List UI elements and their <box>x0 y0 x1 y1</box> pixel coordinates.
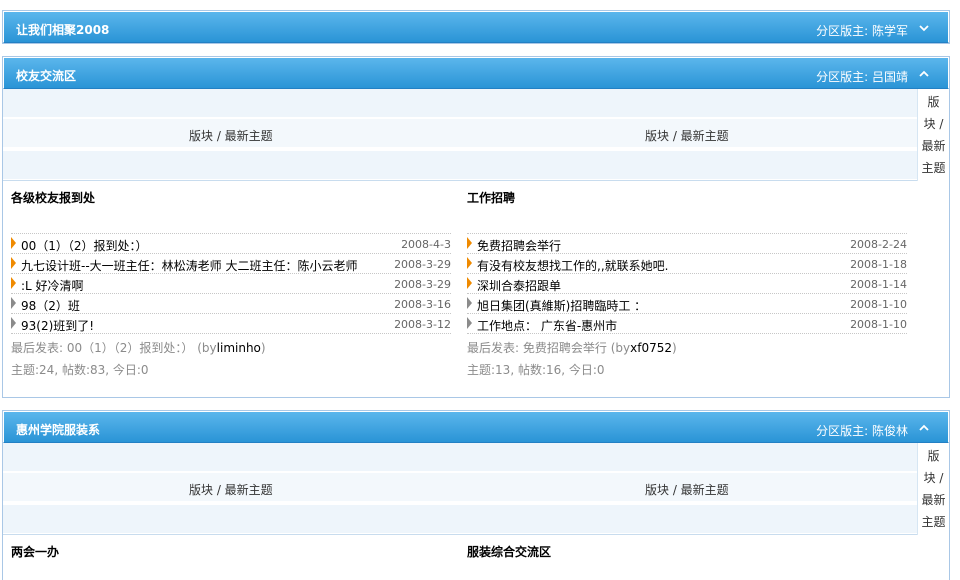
chevron-up-icon[interactable] <box>918 68 930 80</box>
topic-date: 2008-4-3 <box>401 238 451 251</box>
list-item: 98（2）班 2008-3-16 <box>11 294 451 314</box>
topic-link[interactable]: :L 好冷清啊 <box>21 277 84 294</box>
moderator-label: 分区版主: <box>816 424 869 438</box>
topic-date: 2008-1-10 <box>850 298 907 311</box>
moderator-name[interactable]: 吕国靖 <box>872 70 908 84</box>
topic-link[interactable]: 有没有校友想找工作的,,就联系她吧. <box>477 257 668 274</box>
category-section-1: 让我们相聚2008 分区版主: 陈学军 <box>2 10 950 44</box>
arrow-icon <box>467 297 472 309</box>
list-item: 有没有校友想找工作的,,就联系她吧. 2008-1-18 <box>467 254 907 274</box>
arrow-icon <box>467 317 472 329</box>
topic-date: 2008-1-18 <box>850 258 907 271</box>
arrow-icon <box>467 277 472 289</box>
forum-block: 工作招聘 免费招聘会举行 2008-2-24 有没有校友想找工作的,,就联系她吧… <box>467 189 907 377</box>
arrow-icon <box>11 277 16 289</box>
topic-link[interactable]: 工作地点： 广东省-惠州市 <box>477 317 617 334</box>
list-item: 93(2)班到了! 2008-3-12 <box>11 314 451 334</box>
category-moderator: 分区版主: 陈学军 <box>816 22 908 39</box>
column-header-side: 版 块 / 最新 主题 <box>917 443 949 535</box>
moderator-label: 分区版主: <box>816 24 869 38</box>
list-item: 九七设计班--大一班主任：林松涛老师 大二班主任：陈小云老师 2008-3-29 <box>11 254 451 274</box>
topic-link[interactable]: 00（1）（2）报到处：） <box>21 237 148 254</box>
topic-link[interactable]: 93(2)班到了! <box>21 317 94 334</box>
chevron-down-icon[interactable] <box>918 22 930 34</box>
column-header-forum-topic: 版块 / 最新主题 <box>189 129 273 143</box>
forum-block: 各级校友报到处 00（1）（2）报到处：） 2008-4-3 九七设计班--大一… <box>11 189 451 377</box>
forum-table-header: 版块 / 最新主题 版块 / 最新主题 版 块 / 最新 主题 <box>3 89 949 181</box>
topic-date: 2008-3-29 <box>394 258 451 271</box>
forum-stats: 主题:24, 帖数:83, 今日:0 <box>11 363 149 377</box>
category-section-3: 惠州学院服装系 分区版主: 陈俊林 版块 / 最新主题 版块 / 最新主题 版 … <box>2 410 950 580</box>
category-header-bar: 让我们相聚2008 分区版主: 陈学军 <box>3 11 949 43</box>
forum-block: 服装综合交流区 <box>467 543 907 560</box>
topic-link[interactable]: 98（2）班 <box>21 297 80 314</box>
last-post: 最后发表: 免费招聘会举行 (byxf0752) <box>467 341 677 355</box>
moderator-label: 分区版主: <box>816 70 869 84</box>
last-post-user[interactable]: liminho <box>217 341 261 355</box>
arrow-icon <box>467 257 472 269</box>
list-item: 工作地点： 广东省-惠州市 2008-1-10 <box>467 314 907 334</box>
moderator-name[interactable]: 陈学军 <box>872 24 908 38</box>
list-item: 深圳合泰招跟单 2008-1-14 <box>467 274 907 294</box>
last-post-user[interactable]: xf0752 <box>630 341 672 355</box>
category-title[interactable]: 校友交流区 <box>16 67 76 84</box>
topic-list: 00（1）（2）报到处：） 2008-4-3 九七设计班--大一班主任：林松涛老… <box>11 233 451 334</box>
column-header-forum-topic: 版块 / 最新主题 <box>189 483 273 497</box>
topic-link[interactable]: 免费招聘会举行 <box>477 237 561 254</box>
category-header-bar: 惠州学院服装系 分区版主: 陈俊林 <box>3 411 949 443</box>
category-section-2: 校友交流区 分区版主: 吕国靖 版块 / 最新主题 版块 / 最新主题 版 块 … <box>2 56 950 398</box>
last-post: 最后发表: 00（1）（2）报到处：） (byliminho) <box>11 341 266 355</box>
topic-date: 2008-3-12 <box>394 318 451 331</box>
category-moderator: 分区版主: 陈俊林 <box>816 422 908 439</box>
arrow-icon <box>11 297 16 309</box>
forum-block: 两会一办 <box>11 543 451 560</box>
forum-name[interactable]: 两会一办 <box>11 543 451 560</box>
column-header-side: 版 块 / 最新 主题 <box>917 89 949 181</box>
topic-date: 2008-3-29 <box>394 278 451 291</box>
topic-link[interactable]: 深圳合泰招跟单 <box>477 277 561 294</box>
arrow-icon <box>467 237 472 249</box>
forum-table-header: 版块 / 最新主题 版块 / 最新主题 版 块 / 最新 主题 <box>3 443 949 535</box>
list-item: 免费招聘会举行 2008-2-24 <box>467 234 907 254</box>
list-item: 旭日集团(真維斯)招聘臨時工 ： 2008-1-10 <box>467 294 907 314</box>
list-item: :L 好冷清啊 2008-3-29 <box>11 274 451 294</box>
category-title[interactable]: 让我们相聚2008 <box>16 21 109 38</box>
chevron-up-icon[interactable] <box>918 422 930 434</box>
topic-date: 2008-3-16 <box>394 298 451 311</box>
arrow-icon <box>11 257 16 269</box>
last-post-link[interactable]: 免费招聘会举行 <box>523 341 607 355</box>
column-header-forum-topic: 版块 / 最新主题 <box>645 129 729 143</box>
arrow-icon <box>11 317 16 329</box>
category-header-bar: 校友交流区 分区版主: 吕国靖 <box>3 57 949 89</box>
column-header-forum-topic: 版块 / 最新主题 <box>645 483 729 497</box>
category-title[interactable]: 惠州学院服装系 <box>16 421 100 438</box>
forum-name[interactable]: 各级校友报到处 <box>11 189 451 206</box>
last-post-link[interactable]: 00（1）（2）报到处：） <box>67 341 194 355</box>
forum-name[interactable]: 服装综合交流区 <box>467 543 907 560</box>
topic-link[interactable]: 九七设计班--大一班主任：林松涛老师 大二班主任：陈小云老师 <box>21 257 357 274</box>
topic-link[interactable]: 旭日集团(真維斯)招聘臨時工 ： <box>477 297 646 314</box>
topic-date: 2008-1-10 <box>850 318 907 331</box>
forum-stats: 主题:13, 帖数:16, 今日:0 <box>467 363 605 377</box>
list-item: 00（1）（2）报到处：） 2008-4-3 <box>11 234 451 254</box>
topic-list: 免费招聘会举行 2008-2-24 有没有校友想找工作的,,就联系她吧. 200… <box>467 233 907 334</box>
category-moderator: 分区版主: 吕国靖 <box>816 68 908 85</box>
arrow-icon <box>11 237 16 249</box>
topic-date: 2008-1-14 <box>850 278 907 291</box>
forum-name[interactable]: 工作招聘 <box>467 189 907 206</box>
moderator-name[interactable]: 陈俊林 <box>872 424 908 438</box>
topic-date: 2008-2-24 <box>850 238 907 251</box>
